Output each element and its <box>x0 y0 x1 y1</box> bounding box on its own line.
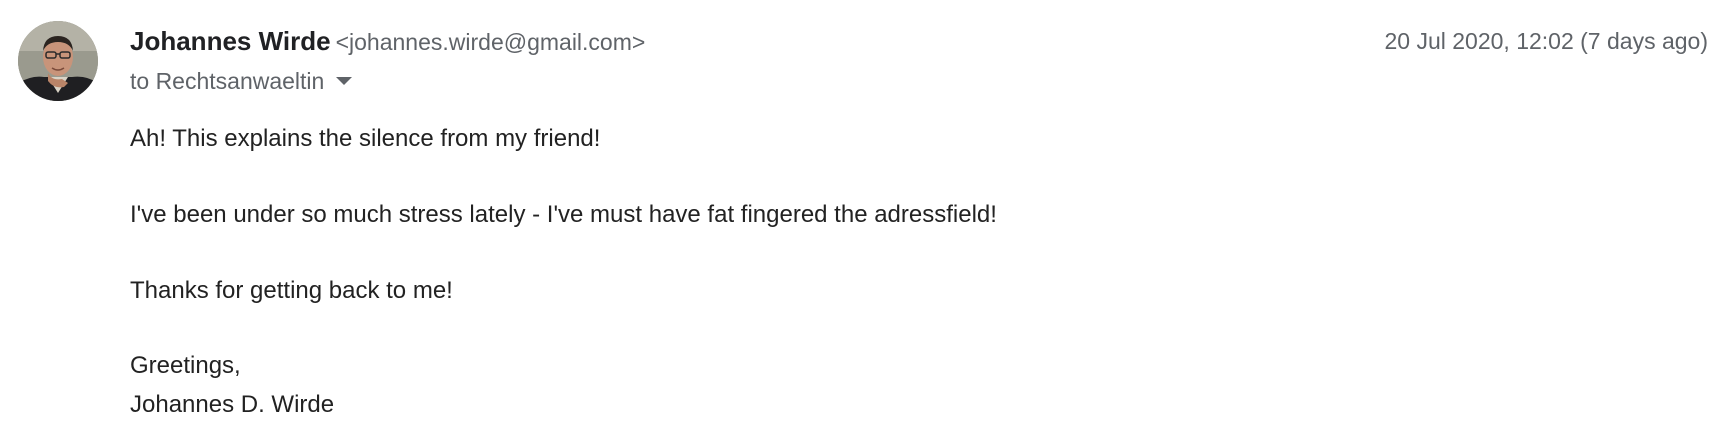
message-body-line: Ah! This explains the silence from my fr… <box>130 125 601 152</box>
message-body-line: I've been under so much stress lately - … <box>130 201 997 228</box>
person-photo-avatar-icon <box>18 21 98 101</box>
caret-down-icon[interactable] <box>336 76 353 85</box>
message-body-line: Thanks for getting back to me! <box>130 277 453 304</box>
message-body-signature: Johannes D. Wirde <box>130 391 335 418</box>
recipients-label: to Rechtsanwaeltin <box>130 68 325 94</box>
recipients-dropdown[interactable]: to Rechtsanwaeltin <box>130 66 353 96</box>
sender-header: Johannes Wirde <johannes.wirde@gmail.com> <box>130 25 645 62</box>
message-body-greeting: Greetings, <box>130 352 241 379</box>
sender-email[interactable]: <johannes.wirde@gmail.com> <box>336 29 646 55</box>
sender-avatar[interactable] <box>18 21 98 101</box>
message-date[interactable]: 20 Jul 2020, 12:02 (7 days ago) <box>1384 25 1708 57</box>
sender-name[interactable]: Johannes Wirde <box>130 26 331 56</box>
